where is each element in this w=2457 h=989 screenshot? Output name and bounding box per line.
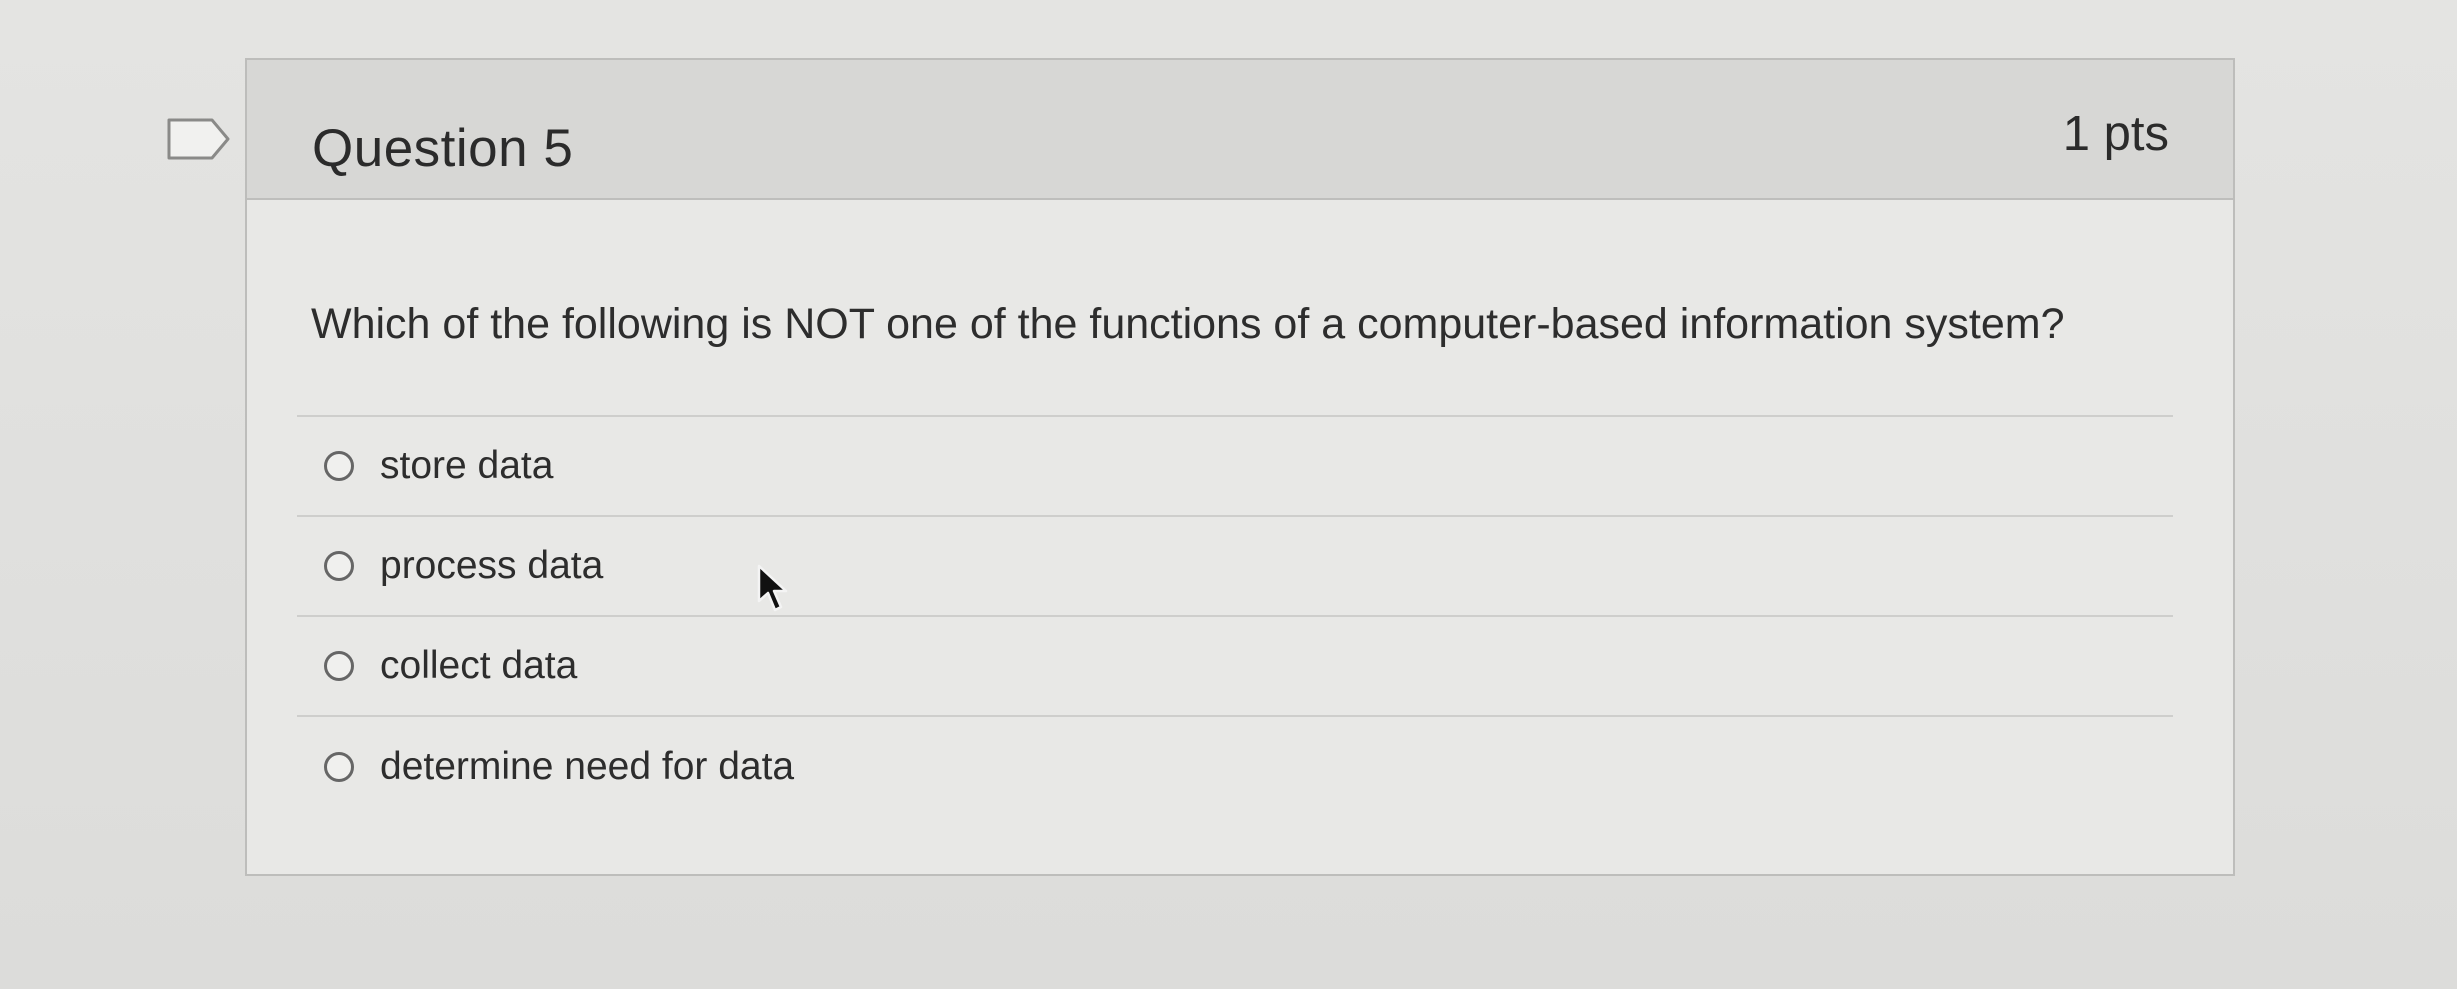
question-card: Question 5 1 pts Which of the following … — [245, 58, 2235, 876]
radio-unselected-icon[interactable] — [324, 752, 354, 782]
answer-option-process-data[interactable]: process data — [297, 517, 2173, 617]
answer-label[interactable]: store data — [380, 444, 553, 488]
answer-label[interactable]: process data — [380, 544, 603, 588]
question-points: 1 pts — [2062, 107, 2169, 161]
radio-unselected-icon[interactable] — [324, 651, 354, 681]
question-header: Question 5 1 pts — [247, 60, 2233, 200]
answer-list: store data process data collect data det… — [297, 417, 2173, 817]
answer-option-collect-data[interactable]: collect data — [297, 617, 2173, 717]
answer-label[interactable]: collect data — [380, 644, 577, 688]
answer-option-determine-need[interactable]: determine need for data — [297, 717, 2173, 817]
radio-unselected-icon[interactable] — [324, 551, 354, 581]
question-body: Which of the following is NOT one of the… — [247, 200, 2233, 876]
bookmark-flag-icon[interactable] — [166, 117, 232, 161]
answer-label[interactable]: determine need for data — [380, 745, 794, 789]
radio-unselected-icon[interactable] — [324, 451, 354, 481]
question-text: Which of the following is NOT one of the… — [311, 300, 2065, 348]
question-title: Question 5 — [312, 119, 574, 178]
mouse-pointer-icon — [757, 564, 788, 612]
answer-option-store-data[interactable]: store data — [297, 417, 2173, 517]
